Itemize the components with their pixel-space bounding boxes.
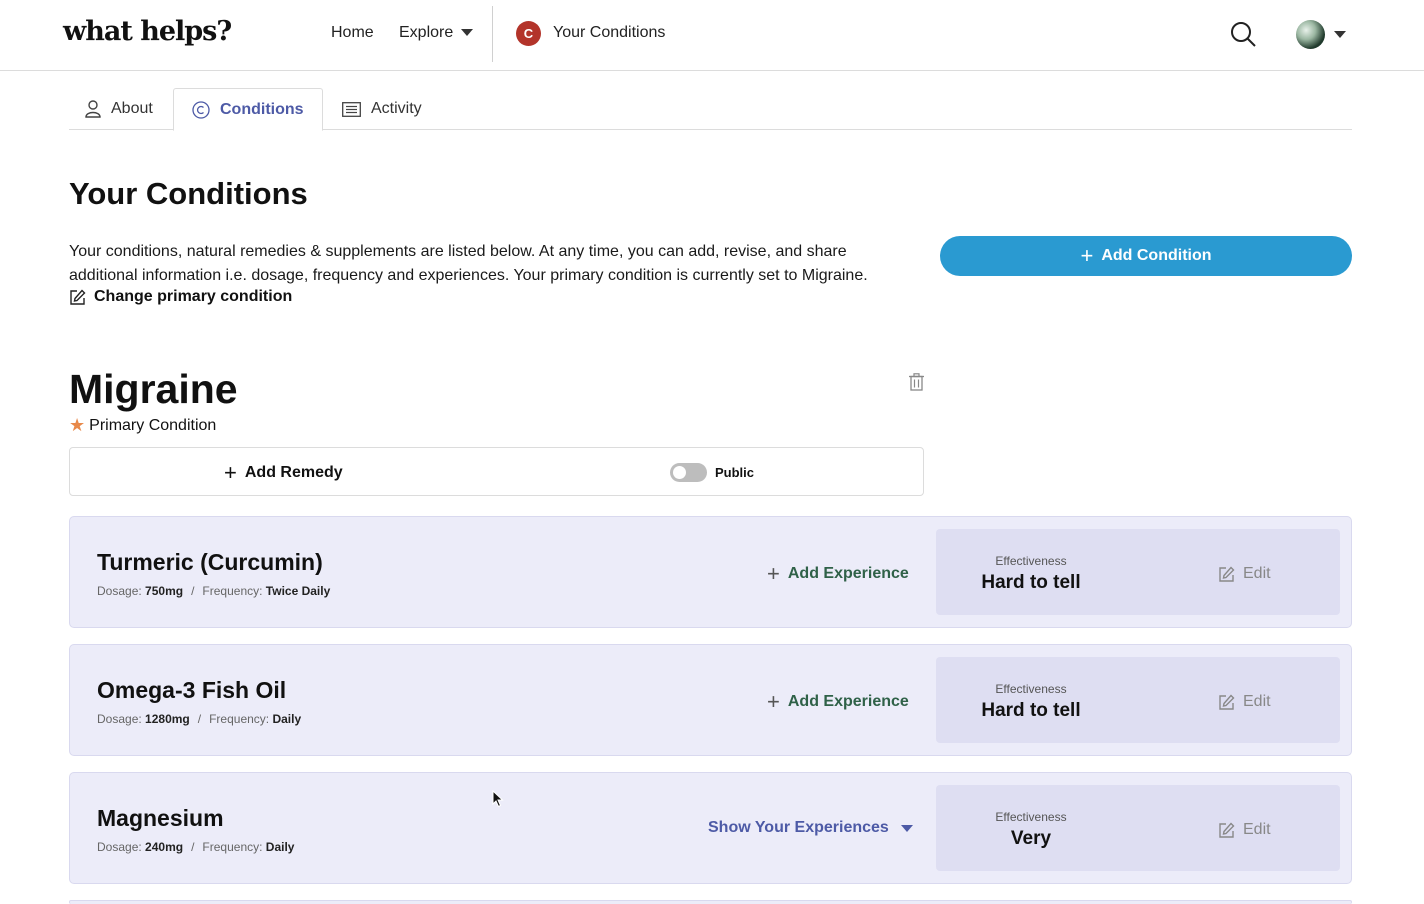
tab-about[interactable]: About — [85, 88, 153, 130]
copyright-icon — [192, 100, 210, 119]
plus-icon: + — [1080, 243, 1094, 268]
chevron-down-icon — [900, 824, 913, 832]
nav-explore[interactable]: Explore — [399, 24, 474, 42]
dosage-value: 240mg — [145, 840, 184, 854]
tab-activity[interactable]: Activity — [342, 88, 422, 130]
frequency-value: Daily — [272, 712, 302, 726]
remedy-name: Magnesium — [97, 805, 224, 831]
remedy-toolbar: + Add Remedy Public — [69, 447, 924, 496]
trash-icon[interactable] — [908, 373, 925, 391]
remedy-card-partial — [69, 900, 1352, 904]
remedy-name: Turmeric (Curcumin) — [97, 549, 323, 575]
effectiveness-value: Hard to tell — [981, 572, 1081, 593]
frequency-label: Frequency: — [202, 840, 263, 854]
tab-about-label: About — [111, 100, 153, 117]
add-remedy-button[interactable]: + Add Remedy — [224, 462, 343, 484]
effectiveness-label: Effectiveness — [995, 682, 1067, 696]
tab-conditions[interactable]: Conditions — [173, 88, 323, 131]
edit-label: Edit — [1243, 565, 1271, 582]
tab-conditions-label: Conditions — [220, 100, 304, 118]
tab-activity-label: Activity — [371, 100, 422, 117]
dosage-label: Dosage: — [97, 712, 142, 726]
frequency-label: Frequency: — [209, 712, 270, 726]
top-navigation: what helps? Home Explore C Your Conditio… — [0, 0, 1424, 71]
list-icon — [342, 101, 361, 117]
user-icon — [85, 100, 101, 118]
effectiveness-value: Hard to tell — [981, 700, 1081, 721]
star-icon: ★ — [69, 415, 86, 435]
effectiveness-label: Effectiveness — [995, 810, 1067, 824]
nav-explore-label: Explore — [399, 24, 454, 41]
plus-icon: + — [767, 689, 780, 714]
intro-text: Your conditions, natural remedies & supp… — [69, 243, 868, 284]
remedy-meta: Dosage: 750mg / Frequency: Twice Daily — [97, 584, 330, 598]
meta-separator: / — [197, 712, 202, 726]
dosage-label: Dosage: — [97, 584, 142, 598]
add-experience-button[interactable]: + Add Experience — [767, 563, 909, 585]
plus-icon: + — [767, 561, 780, 586]
conditions-badge[interactable]: C — [516, 21, 541, 46]
public-toggle[interactable] — [670, 463, 707, 482]
effectiveness-panel: Effectiveness Very Edit — [936, 785, 1340, 871]
logo[interactable]: what helps? — [63, 16, 232, 47]
primary-condition-text: Primary Condition — [89, 416, 217, 434]
edit-label: Edit — [1243, 821, 1271, 838]
nav-your-conditions[interactable]: Your Conditions — [553, 24, 665, 42]
edit-button[interactable]: Edit — [1218, 821, 1271, 839]
add-condition-label: Add Condition — [1101, 247, 1212, 264]
edit-icon — [70, 288, 86, 305]
remedy-name: Omega-3 Fish Oil — [97, 677, 287, 703]
change-primary-label: Change primary condition — [94, 288, 293, 305]
remedy-meta: Dosage: 1280mg / Frequency: Daily — [97, 712, 301, 726]
meta-separator: / — [191, 840, 195, 854]
primary-condition-label: ★ Primary Condition — [69, 415, 216, 436]
nav-home[interactable]: Home — [331, 24, 374, 42]
public-label: Public — [715, 465, 755, 480]
add-remedy-label: Add Remedy — [244, 464, 343, 481]
meta-separator: / — [191, 584, 195, 598]
effectiveness-value: Very — [1010, 828, 1052, 849]
remedy-card: Omega-3 Fish Oil Dosage: 1280mg / Frequenc… — [69, 644, 1352, 756]
edit-button[interactable]: Edit — [1218, 565, 1271, 583]
avatar[interactable] — [1296, 20, 1325, 49]
show-experiences-label: Show Your Experiences — [708, 819, 889, 836]
add-experience-label: Add Experience — [787, 565, 909, 582]
dosage-value: 750mg — [145, 584, 184, 598]
nav-divider — [492, 6, 493, 62]
chevron-down-icon[interactable] — [1334, 31, 1346, 38]
change-primary-condition-link[interactable]: Change primary condition — [69, 288, 292, 306]
remedy-card: Magnesium Dosage: 240mg / Frequency: Daily… — [69, 772, 1352, 884]
dosage-value: 1280mg — [145, 712, 190, 726]
edit-icon — [1219, 821, 1235, 838]
edit-icon — [1219, 565, 1235, 582]
frequency-value: Daily — [265, 840, 295, 854]
edit-label: Edit — [1243, 693, 1271, 710]
add-experience-label: Add Experience — [787, 693, 909, 710]
effectiveness-panel: Effectiveness Hard to tell Edit — [936, 657, 1340, 743]
remedy-card: Turmeric (Curcumin) Dosage: 750mg / Freque… — [69, 516, 1352, 628]
condition-name: Migraine — [69, 366, 238, 412]
profile-tabs: About Conditions Activity — [69, 88, 1352, 131]
dosage-label: Dosage: — [97, 840, 142, 854]
frequency-value: Twice Daily — [265, 584, 331, 598]
edit-button[interactable]: Edit — [1218, 693, 1271, 711]
search-icon[interactable] — [1229, 20, 1257, 48]
add-condition-button[interactable]: + Add Condition — [940, 236, 1352, 276]
edit-icon — [1219, 693, 1235, 710]
show-experiences-button[interactable]: Show Your Experiences — [708, 819, 913, 837]
add-experience-button[interactable]: + Add Experience — [767, 691, 909, 713]
effectiveness-panel: Effectiveness Hard to tell Edit — [936, 529, 1340, 615]
remedy-meta: Dosage: 240mg / Frequency: Daily — [97, 840, 294, 854]
effectiveness-label: Effectiveness — [995, 554, 1067, 568]
mouse-cursor-icon — [492, 790, 504, 808]
chevron-down-icon — [461, 29, 474, 37]
frequency-label: Frequency: — [202, 584, 263, 598]
plus-icon: + — [224, 460, 237, 485]
page-title: Your Conditions — [69, 176, 308, 211]
